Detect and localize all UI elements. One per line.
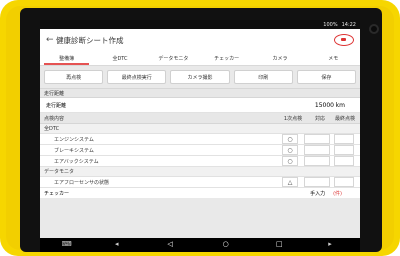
status-bar: 100% 14:22 bbox=[40, 20, 360, 29]
final-inspection-cell[interactable] bbox=[334, 156, 354, 166]
reinspect-button[interactable]: 再点検 bbox=[44, 70, 104, 84]
table-row[interactable]: ブレーキシステム ○ bbox=[40, 145, 360, 156]
distance-unit: km bbox=[335, 101, 345, 109]
col-final-inspection: 最終点検 bbox=[334, 115, 355, 122]
tab-memo[interactable]: メモ bbox=[307, 51, 360, 65]
keyboard-icon[interactable] bbox=[61, 240, 73, 249]
final-inspection-cell[interactable] bbox=[334, 134, 354, 144]
manual-input-label[interactable]: 手入力 bbox=[310, 190, 325, 197]
first-inspection-mark: △ bbox=[282, 177, 298, 187]
tab-camera[interactable]: カメラ bbox=[253, 51, 306, 65]
row-label: ブレーキシステム bbox=[54, 147, 94, 154]
col-action: 対応 bbox=[314, 115, 325, 122]
app-screen: 100% 14:22 ← 健康診断シート作成 整備簿 全DTC データモニタ チ… bbox=[40, 20, 360, 238]
back-arrow-icon[interactable]: ← bbox=[46, 35, 56, 45]
final-inspection-button[interactable]: 最終点検実行 bbox=[107, 70, 167, 84]
group-data-monitor: データモニタ bbox=[40, 167, 360, 177]
camera-lens-icon bbox=[369, 24, 379, 34]
first-inspection-mark: ○ bbox=[282, 145, 298, 155]
table-row[interactable]: エンジンシステム ○ bbox=[40, 134, 360, 145]
first-inspection-mark: ○ bbox=[282, 134, 298, 144]
back-nav-icon[interactable] bbox=[167, 240, 179, 249]
table-row[interactable]: エアバックシステム ○ bbox=[40, 156, 360, 167]
row-label: エンジンシステム bbox=[54, 136, 94, 143]
volume-up-icon[interactable] bbox=[327, 240, 339, 249]
group-all-dtc: 全DTC bbox=[40, 124, 360, 134]
clock: 14:22 bbox=[341, 21, 356, 28]
tab-all-dtc[interactable]: 全DTC bbox=[93, 51, 146, 65]
inspection-column-header: 点検内容 1次点検 対応 最終点検 bbox=[40, 113, 360, 124]
distance-value[interactable]: 15000 bbox=[315, 102, 334, 109]
count-badge: (件) bbox=[333, 190, 342, 197]
battery-level: 100% bbox=[323, 21, 338, 28]
action-cell[interactable] bbox=[304, 177, 330, 187]
distance-label: 走行距離 bbox=[46, 102, 67, 109]
inspection-section-label: 点検内容 bbox=[44, 115, 65, 122]
app-bar: ← 健康診断シート作成 bbox=[40, 29, 360, 51]
app-logo-icon bbox=[334, 34, 354, 46]
system-nav-bar bbox=[40, 238, 360, 252]
checker-label: チェッカー bbox=[44, 190, 70, 197]
action-cell[interactable] bbox=[304, 145, 330, 155]
save-button[interactable]: 保存 bbox=[296, 70, 357, 84]
final-inspection-cell[interactable] bbox=[334, 145, 354, 155]
checker-row: チェッカー 手入力 (件) bbox=[40, 188, 360, 198]
tab-data-monitor[interactable]: データモニタ bbox=[147, 51, 200, 65]
tab-bar: 整備簿 全DTC データモニタ チェッカー カメラ メモ bbox=[40, 51, 360, 66]
action-cell[interactable] bbox=[304, 134, 330, 144]
tab-maintenance[interactable]: 整備簿 bbox=[40, 51, 94, 65]
home-icon[interactable] bbox=[221, 240, 233, 249]
distance-row: 走行距離 15000 km bbox=[40, 98, 360, 113]
page-title: 健康診断シート作成 bbox=[56, 35, 124, 45]
col-first-inspection: 1次点検 bbox=[283, 115, 303, 122]
camera-capture-button[interactable]: カメラ撮影 bbox=[170, 70, 230, 84]
table-row[interactable]: エアフローセンサの状態 △ bbox=[40, 177, 360, 188]
action-toolbar: 再点検 最終点検実行 カメラ撮影 印刷 保存 bbox=[40, 66, 360, 88]
recent-apps-icon[interactable] bbox=[274, 240, 286, 249]
tab-checker[interactable]: チェッカー bbox=[200, 51, 253, 65]
print-button[interactable]: 印刷 bbox=[233, 70, 293, 84]
first-inspection-mark: ○ bbox=[282, 156, 298, 166]
distance-section-header: 走行距離 bbox=[40, 88, 360, 98]
action-cell[interactable] bbox=[304, 156, 330, 166]
row-label: エアバックシステム bbox=[54, 158, 99, 165]
final-inspection-cell[interactable] bbox=[334, 177, 354, 187]
volume-down-icon[interactable] bbox=[114, 240, 126, 249]
row-label: エアフローセンサの状態 bbox=[54, 179, 110, 186]
